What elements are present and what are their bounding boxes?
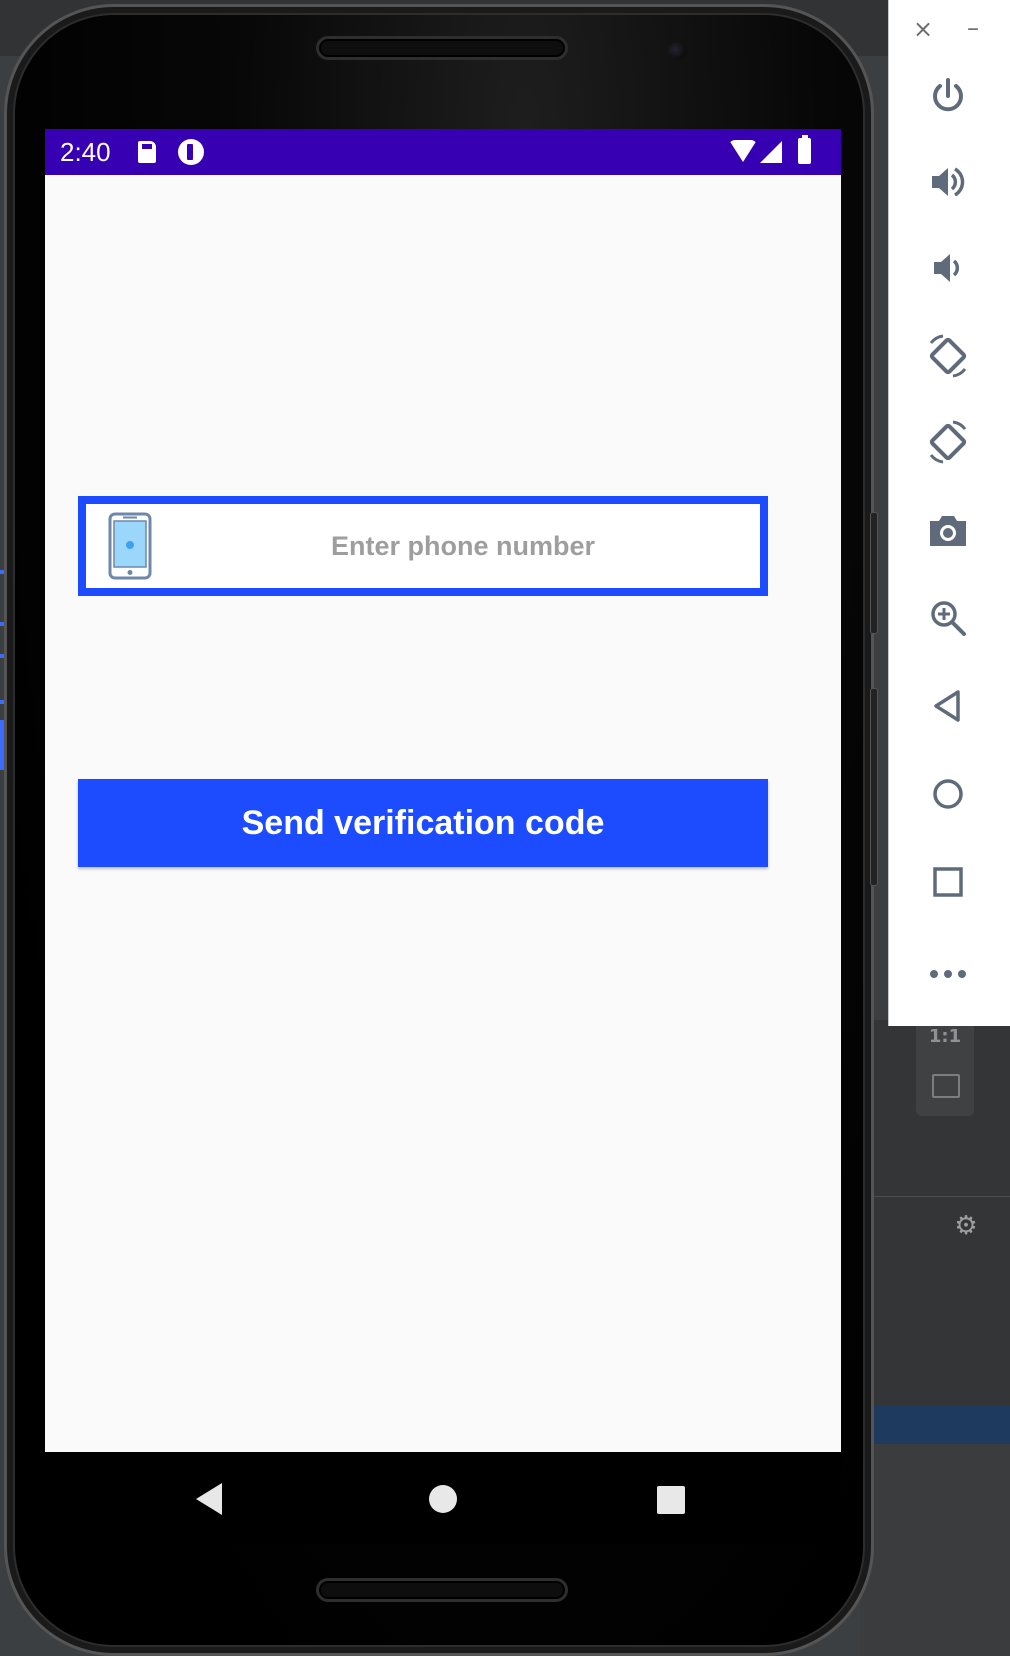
status-bar: 2:40 [45, 129, 841, 175]
wifi-icon [729, 140, 757, 162]
phone-side-button [870, 512, 878, 634]
phone-side-button [870, 688, 878, 886]
nav-home-icon[interactable] [429, 1485, 457, 1513]
volume-down-icon[interactable] [922, 242, 974, 294]
fit-screen-icon[interactable] [932, 1074, 960, 1098]
ide-ratio-label[interactable]: 1:1 [916, 1026, 974, 1047]
status-time: 2:40 [60, 137, 111, 167]
more-dots-icon[interactable] [922, 948, 974, 1000]
front-camera [668, 42, 686, 60]
bottom-speaker [316, 1578, 568, 1602]
emulator-window-controls: × – [889, 14, 1010, 44]
ide-selection-band [860, 1406, 1010, 1444]
app-screen: 2:40 Enter phone number Send verificatio… [45, 129, 841, 1452]
home-circle-icon[interactable] [922, 768, 974, 820]
ide-zoom-controls: 1:1 [916, 1020, 974, 1116]
app-notification-icon [178, 139, 204, 165]
ide-lower-panel [860, 1444, 1010, 1656]
minimize-icon[interactable]: – [963, 14, 983, 44]
nav-recents-icon[interactable] [657, 1486, 685, 1514]
rotate-right-icon[interactable] [922, 416, 974, 468]
signal-icon [760, 141, 782, 163]
volume-up-icon[interactable] [922, 156, 974, 208]
battery-icon [798, 135, 811, 164]
navigation-bar [45, 1452, 841, 1544]
rotate-left-icon[interactable] [922, 330, 974, 382]
close-icon[interactable]: × [913, 14, 933, 44]
smartphone-icon [108, 512, 152, 580]
nav-back-icon[interactable] [196, 1483, 222, 1515]
overview-square-icon[interactable] [922, 856, 974, 908]
phone-number-placeholder[interactable]: Enter phone number [166, 504, 760, 588]
power-icon[interactable] [922, 70, 974, 122]
emulator-toolbar: × – [888, 0, 1010, 1026]
top-speaker [316, 36, 568, 60]
phone-number-field[interactable]: Enter phone number [78, 496, 768, 596]
gear-icon[interactable]: ⚙ [951, 1210, 981, 1240]
back-triangle-icon[interactable] [922, 680, 974, 732]
status-icons [729, 135, 829, 166]
send-verification-code-button[interactable]: Send verification code [78, 779, 768, 867]
ide-divider [860, 1196, 1010, 1197]
camera-icon[interactable] [922, 505, 974, 557]
zoom-in-icon[interactable] [922, 592, 974, 644]
sd-card-icon [138, 141, 156, 163]
